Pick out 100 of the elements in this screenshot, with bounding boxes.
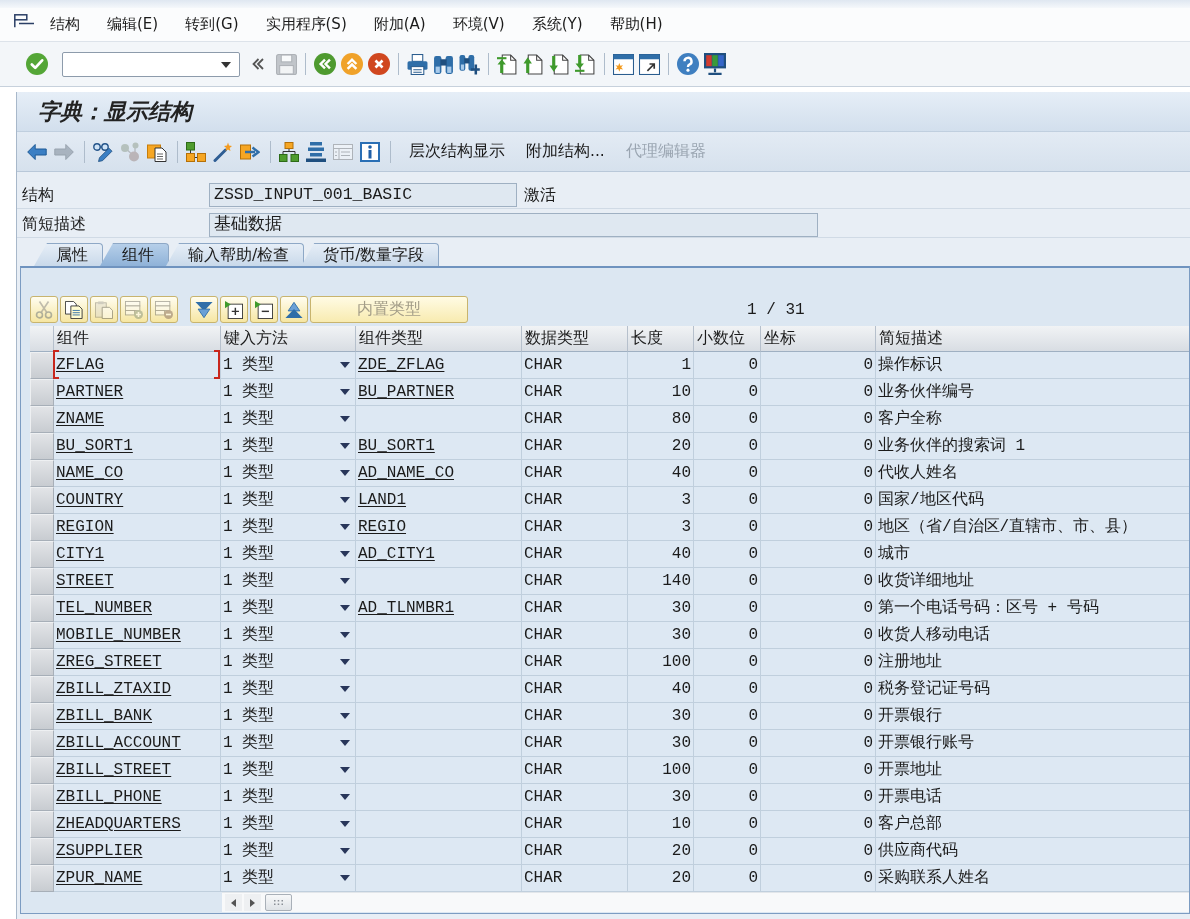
type-link[interactable]: AD_TLNMBR1 [358,599,454,617]
entry-type-dropdown[interactable]: 1 类型 [221,406,356,433]
component-link[interactable]: ZBILL_STREET [56,761,172,779]
double-chevron-icon[interactable] [252,58,264,70]
tab[interactable]: 输入帮助/检查 [166,243,305,266]
component-link[interactable]: CITY1 [56,545,104,563]
component-link[interactable]: PARTNER [56,383,124,401]
help-icon[interactable] [677,53,699,75]
menu-item[interactable]: 附加(A) [373,15,426,34]
tab[interactable]: 组件 [100,243,169,266]
column-header[interactable]: 组件 [54,326,221,352]
arrow-left-icon[interactable] [27,141,47,162]
scroll-right-button[interactable] [244,894,261,911]
box-arrow-icon[interactable] [240,141,260,162]
scrollbar-track[interactable] [222,892,1189,912]
column-header[interactable]: 坐标 [761,326,876,352]
entry-type-dropdown[interactable]: 1 类型 [221,379,356,406]
page-top-icon[interactable] [497,53,518,75]
entry-type-dropdown[interactable]: 1 类型 [221,676,356,703]
entry-type-dropdown[interactable]: 1 类型 [221,865,356,892]
type-link[interactable]: BU_PARTNER [358,383,454,401]
column-header[interactable]: 长度 [628,326,694,352]
collapse-button[interactable] [250,296,278,323]
entry-type-dropdown[interactable]: 1 类型 [221,703,356,730]
move-down-button[interactable] [190,296,218,323]
linked-squares-icon[interactable] [186,141,206,162]
menu-item[interactable]: 转到(G) [185,15,239,34]
component-link[interactable]: ZBILL_ZTAXID [56,680,172,698]
move-up-button[interactable] [280,296,308,323]
binoculars-plus-icon[interactable] [459,53,480,75]
type-link[interactable]: ZDE_ZFLAG [358,356,445,374]
component-link[interactable]: ZREG_STREET [56,653,162,671]
entry-type-dropdown[interactable]: 1 类型 [221,487,356,514]
component-link[interactable]: ZNAME [56,410,104,428]
type-link[interactable]: LAND1 [358,491,406,509]
toolbar-button[interactable]: 附加结构... [516,136,615,167]
column-header[interactable]: 键入方法 [221,326,356,352]
entry-type-dropdown[interactable]: 1 类型 [221,784,356,811]
scroll-left-button[interactable] [225,894,242,911]
component-link[interactable]: ZBILL_BANK [56,707,152,725]
component-link[interactable]: ZBILL_ACCOUNT [56,734,181,752]
printer-icon[interactable] [407,53,428,75]
command-field[interactable] [62,51,240,77]
entry-type-dropdown[interactable]: 1 类型 [221,352,356,379]
component-link[interactable]: ZSUPPLIER [56,842,143,860]
column-header[interactable]: 数据类型 [522,326,628,352]
info-icon[interactable] [360,141,380,162]
page-down-icon[interactable] [549,53,570,75]
menu-item[interactable]: 编辑(E) [107,15,159,34]
component-link[interactable]: BU_SORT1 [56,437,133,455]
menu-item[interactable]: 结构 [50,15,80,34]
component-link[interactable]: ZBILL_PHONE [56,788,162,806]
component-link[interactable]: MOBILE_NUMBER [56,626,181,644]
component-link[interactable]: NAME_CO [56,464,124,482]
component-link[interactable]: STREET [56,572,114,590]
double-up-chevron-icon[interactable] [341,53,363,75]
menu-item[interactable]: 帮助(H) [609,15,663,34]
entry-type-dropdown[interactable]: 1 类型 [221,514,356,541]
menu-icon[interactable] [14,13,34,28]
page-bottom-icon[interactable] [575,53,596,75]
back-icon[interactable] [314,53,336,75]
tab[interactable]: 货币/数量字段 [301,243,440,266]
entry-type-dropdown[interactable]: 1 类型 [221,595,356,622]
component-link[interactable]: ZFLAG [56,356,104,374]
column-header[interactable]: 简短描述 [876,326,1189,352]
entry-type-dropdown[interactable]: 1 类型 [221,757,356,784]
input-field[interactable]: ZSSD_INPUT_001_BASIC [209,183,517,207]
row-selector[interactable] [30,352,54,379]
magic-wand-icon[interactable] [213,141,233,162]
entry-type-dropdown[interactable]: 1 类型 [221,541,356,568]
column-header[interactable]: 组件类型 [356,326,522,352]
page-up-icon[interactable] [523,53,544,75]
toolbar-button[interactable]: 层次结构显示 [399,136,515,167]
type-link[interactable]: REGIO [358,518,406,536]
entry-type-dropdown[interactable]: 1 类型 [221,730,356,757]
glasses-pencil-icon[interactable] [93,141,113,162]
menu-item[interactable]: 实用程序(S) [265,15,347,34]
component-link[interactable]: ZHEADQUARTERS [56,815,181,833]
tab[interactable]: 属性 [34,243,103,266]
type-link[interactable]: AD_NAME_CO [358,464,454,482]
type-link[interactable]: AD_CITY1 [358,545,435,563]
component-link[interactable]: COUNTRY [56,491,124,509]
copy-button[interactable] [60,296,88,323]
entry-type-dropdown[interactable]: 1 类型 [221,649,356,676]
entry-type-dropdown[interactable]: 1 类型 [221,811,356,838]
entry-type-dropdown[interactable]: 1 类型 [221,838,356,865]
expand-button[interactable] [220,296,248,323]
type-link[interactable]: BU_SORT1 [358,437,435,455]
entry-type-dropdown[interactable]: 1 类型 [221,460,356,487]
check-icon[interactable] [26,53,48,75]
column-header[interactable]: 小数位 [694,326,761,352]
cancel-icon[interactable] [368,53,390,75]
component-link[interactable]: REGION [56,518,114,536]
scrollbar-thumb[interactable] [265,894,292,911]
menu-item[interactable]: 系统(Y) [531,15,583,34]
entry-type-dropdown[interactable]: 1 类型 [221,622,356,649]
square-document-icon[interactable] [147,141,167,162]
input-field[interactable]: 基础数据 [209,212,818,237]
binoculars-icon[interactable] [433,53,454,75]
menu-item[interactable]: 环境(V) [452,15,505,34]
